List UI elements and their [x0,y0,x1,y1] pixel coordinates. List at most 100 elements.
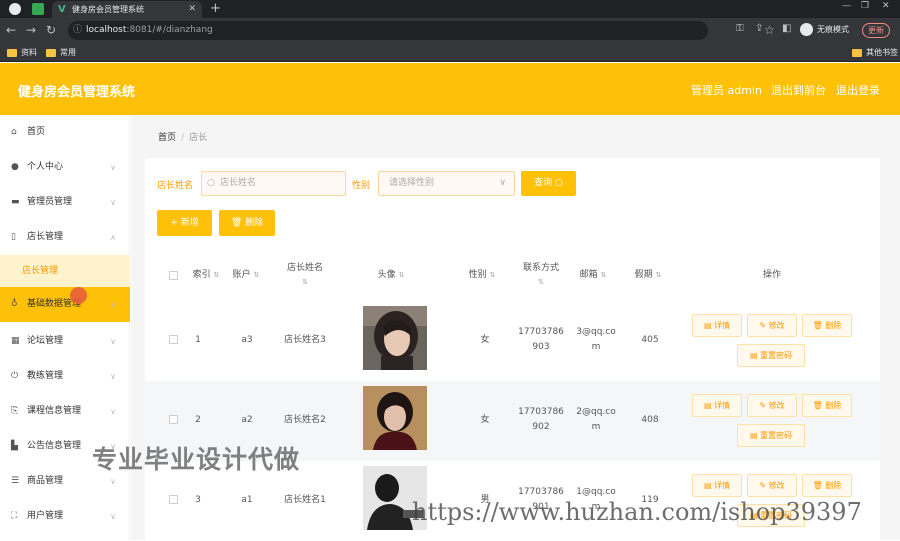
url-path: :8081/#/dianzhang [126,25,213,35]
th-email[interactable]: 邮箱 ⇅ [575,268,611,282]
phone-line1: 17703786 [518,487,564,497]
grid-icon: ▦ [11,336,20,346]
bookmark-label: 常用 [60,48,76,57]
app-title: 健身房会员管理系统 [18,85,136,100]
sidebar-item-users[interactable]: ⛶ 用户管理 ∨ [0,499,130,534]
other-bookmarks[interactable]: 其他书签 [852,47,898,59]
sidebar-item-label: 论坛管理 [27,336,64,346]
th-leave[interactable]: 假期 ⇅ [630,268,666,282]
cell-phone: 17703786 903 [517,325,565,355]
name-placeholder: 店长姓名 [220,178,257,188]
admin-label: 管理员 admin [691,84,762,97]
phone-line2: 903 [532,342,550,352]
sidebar-item-profile[interactable]: ● 个人中心 ∨ [0,150,130,185]
cell-gender: 女 [480,415,490,425]
tab-title: 健身房会员管理系统 [72,5,144,14]
edit-button[interactable]: ✎ 修改 [747,394,797,417]
search-icon: ○ [207,178,215,188]
sidebar-item-forum[interactable]: ▦ 论坛管理 ∨ [0,324,130,359]
query-button[interactable]: 查询 ○ [521,171,576,196]
cell-email: 3@qq.co m [573,325,619,355]
row-checkbox[interactable] [169,415,178,424]
sidebar-item-home[interactable]: ⌂ 首页 [0,115,130,150]
th-account[interactable]: 账户 ⇅ [229,268,263,282]
sidebar-item-admins[interactable]: ▬ 管理员管理 ∨ [0,185,130,220]
gender-select[interactable]: 请选择性别 ∨ [378,171,515,196]
batch-delete-button[interactable]: 🗑 删除 [219,210,275,236]
delete-button[interactable]: 🗑 删除 [802,394,852,417]
th-actions: 操作 [762,270,781,280]
incognito-icon [800,23,813,36]
reset-password-button[interactable]: ▤ 重置密码 [737,424,805,447]
incognito-indicator[interactable]: 无痕模式 [800,23,849,36]
chevron-down-icon: ∨ [110,163,116,172]
sidebar-item-basic-data[interactable]: ♁ 基础数据管理 ∨ [0,287,130,322]
search-icon: ○ [555,178,563,188]
app-tab-icon[interactable] [32,3,44,15]
th-avatar[interactable]: 头像 ⇅ [370,268,412,282]
back-icon[interactable]: ← [6,23,16,37]
bookmark-star-icon[interactable]: ☆ [764,23,775,37]
th-phone[interactable]: 联系方式 ⇅ [517,261,565,289]
sidebar-subitem-managers[interactable]: 店长管理 [0,255,130,287]
detail-button[interactable]: ▤ 详情 [692,474,742,497]
browser-tab-active[interactable]: V 健身房会员管理系统 ✕ [52,1,202,18]
detail-button[interactable]: ▤ 详情 [692,394,742,417]
address-bar[interactable]: ⓘ localhost:8081/#/dianzhang [68,21,708,40]
edit-label: 修改 [768,481,785,490]
row-checkbox[interactable] [169,495,178,504]
delete-button[interactable]: 🗑 删除 [802,474,852,497]
window-close-icon[interactable]: ✕ [882,1,890,11]
logout-link[interactable]: 退出登录 [836,82,880,98]
delete-row-label: 删除 [825,481,842,490]
update-button[interactable]: 更新 [862,23,890,38]
trash-icon: 🗑 [230,218,243,228]
edit-label: 修改 [768,401,785,410]
info-icon[interactable]: ⓘ [73,21,82,40]
forward-icon[interactable]: → [26,23,36,37]
key-icon[interactable]: ⚿ [736,23,744,34]
minimize-icon[interactable]: — [842,1,851,11]
globe-icon[interactable] [9,3,21,15]
breadcrumb-home[interactable]: 首页 [158,133,176,143]
new-tab-icon[interactable]: + [210,0,221,17]
bookmark-folder-2[interactable]: 常用 [46,47,76,59]
edit-button[interactable]: ✎ 修改 [747,474,797,497]
select-all-checkbox[interactable] [169,271,178,280]
bookmark-folder-1[interactable]: 资料 [7,47,37,59]
sidebar-item-courses[interactable]: ⎘ 课程信息管理 ∨ [0,394,130,429]
cell-account: a1 [241,495,253,505]
detail-label: 详情 [714,401,731,410]
th-avatar-label: 头像 [377,270,396,280]
briefcase-icon: ▬ [11,197,20,207]
sidebar-item-coaches[interactable]: ⏻ 教练管理 ∨ [0,359,130,394]
sidebar-item-managers[interactable]: ▯ 店长管理 ∧ [0,220,130,255]
row-checkbox[interactable] [169,335,178,344]
reset-password-button[interactable]: ▤ 重置密码 [737,344,805,367]
name-search-input[interactable]: ○ 店长姓名 [201,171,346,196]
th-name[interactable]: 店长姓名 ⇅ [280,261,330,289]
cell-index: 2 [195,415,201,425]
delete-button[interactable]: 🗑 删除 [802,314,852,337]
edit-button[interactable]: ✎ 修改 [747,314,797,337]
chevron-down-icon: ∨ [110,512,116,521]
sort-icon: ⇅ [538,278,544,286]
sort-icon: ⇅ [302,278,308,286]
phone-line2: 902 [532,422,550,432]
sidepanel-icon[interactable]: ◧ [782,23,791,34]
back-to-front-link[interactable]: 退出到前台 [771,82,826,98]
bookmarks-bar: 资料 常用 其他书签 [0,44,900,62]
cell-account: a3 [241,335,253,345]
vue-icon: V [58,4,66,15]
reload-icon[interactable]: ↻ [46,23,56,37]
add-button[interactable]: + 新增 [157,210,212,236]
restore-icon[interactable]: ❐ [861,1,869,11]
th-gender[interactable]: 性别 ⇅ [465,268,499,282]
th-index[interactable]: 索引 ⇅ [191,268,221,282]
share-page-icon[interactable]: ⇪ [755,23,763,34]
close-tab-icon[interactable]: ✕ [188,1,196,18]
sidebar-item-label: 用户管理 [27,511,64,521]
detail-button[interactable]: ▤ 详情 [692,314,742,337]
email-line2: m [591,342,601,352]
cell-phone: 17703786 902 [517,405,565,435]
